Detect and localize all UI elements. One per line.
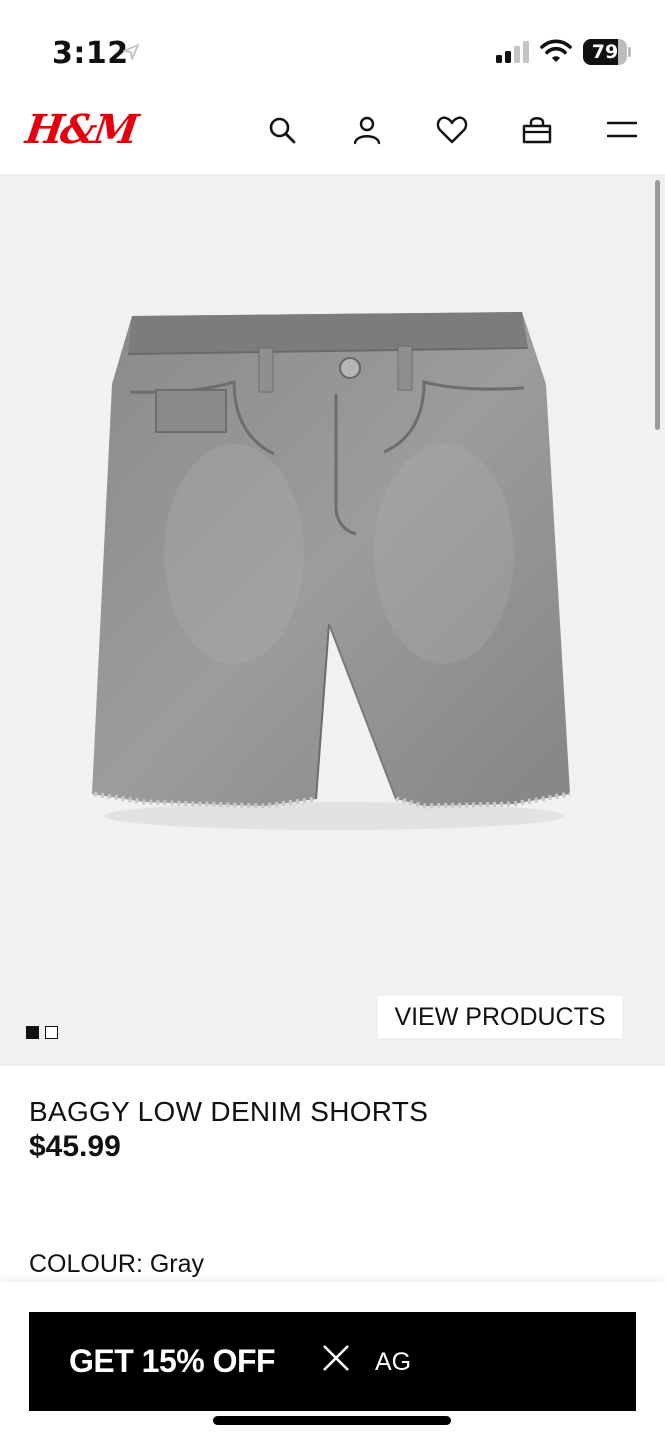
hm-logo[interactable]: H&M: [23, 106, 139, 153]
status-bar: 3:12 79: [0, 0, 665, 100]
favorites-icon[interactable]: [436, 114, 468, 146]
battery-level-text: 79: [591, 41, 619, 63]
search-icon[interactable]: [266, 114, 298, 146]
promo-banner[interactable]: GET 15% OFF AG: [29, 1312, 636, 1411]
promo-text: GET 15% OFF: [69, 1343, 276, 1379]
home-indicator[interactable]: [213, 1416, 451, 1425]
colour-value: Gray: [149, 1250, 205, 1278]
battery-indicator: 79: [583, 39, 631, 65]
colour-label: COLOUR:: [29, 1250, 143, 1278]
status-time: 3:12: [52, 36, 129, 71]
menu-icon[interactable]: [606, 114, 638, 146]
promo-close-icon[interactable]: [321, 1343, 351, 1378]
promo-tail-text: AG: [375, 1348, 412, 1376]
gallery-pagination[interactable]: [26, 1026, 58, 1039]
cellular-signal-icon: [496, 40, 532, 69]
gallery-dot[interactable]: [45, 1026, 58, 1039]
wifi-icon: [540, 38, 572, 69]
product-title: BAGGY LOW DENIM SHORTS: [29, 1096, 429, 1127]
product-image-gallery[interactable]: VIEW PRODUCTS: [0, 174, 665, 1066]
location-arrow-icon: [122, 43, 140, 66]
shopping-bag-icon[interactable]: [521, 114, 553, 146]
product-price: $45.99: [29, 1130, 121, 1163]
scrollbar-thumb[interactable]: [655, 180, 660, 430]
product-image-shorts: [92, 312, 571, 830]
view-products-button[interactable]: VIEW PRODUCTS: [378, 996, 622, 1038]
colour-selection: COLOUR: Gray: [29, 1250, 204, 1279]
gallery-dot[interactable]: [26, 1026, 39, 1039]
account-icon[interactable]: [351, 114, 383, 146]
site-header: H&M: [0, 92, 665, 174]
